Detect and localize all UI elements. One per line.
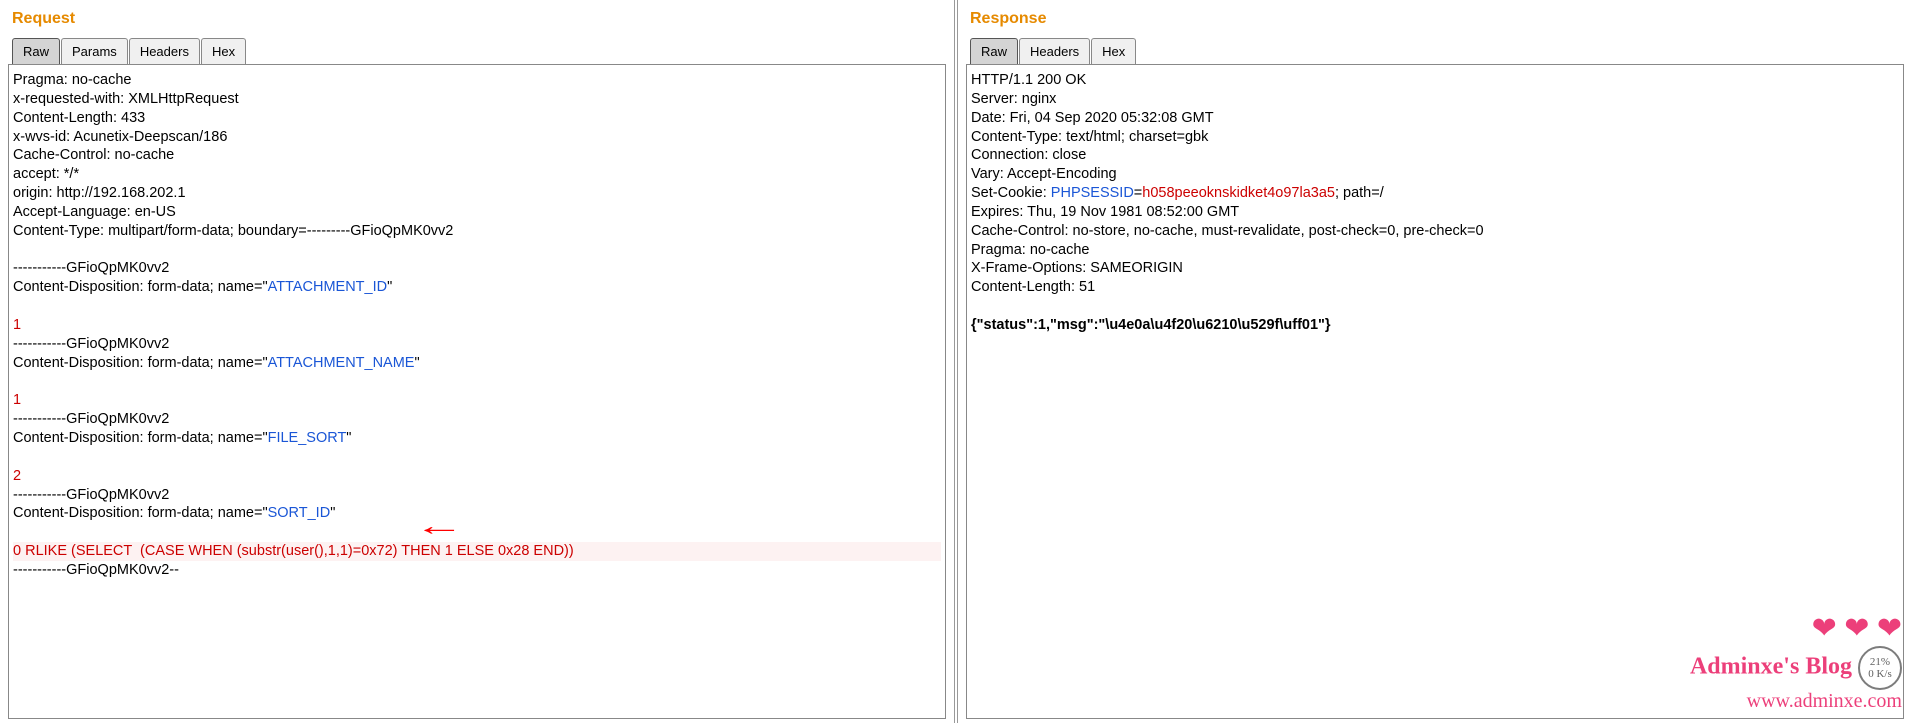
- response-tabs: Raw Headers Hex: [966, 38, 1904, 64]
- req-contentlength: Content-Length: 433: [13, 110, 145, 126]
- resp-setcookie-key: PHPSESSID: [1051, 185, 1134, 201]
- response-panel: Response Raw Headers Hex HTTP/1.1 200 OK…: [958, 0, 1912, 723]
- cd-2-prefix: Content-Disposition: form-data; name=": [13, 355, 268, 371]
- request-panel: Request Raw Params Headers Hex Pragma: n…: [0, 0, 958, 723]
- cd-2-name: ATTACHMENT_NAME: [268, 355, 415, 371]
- boundary-1: -----------GFioQpMK0vv2: [13, 260, 169, 276]
- tab-hex[interactable]: Hex: [201, 38, 246, 64]
- resp-expires: Expires: Thu, 19 Nov 1981 08:52:00 GMT: [971, 204, 1239, 220]
- request-title: Request: [8, 4, 946, 38]
- resp-contentlength: Content-Length: 51: [971, 279, 1095, 295]
- resp-setcookie-eq: =: [1134, 185, 1142, 201]
- resp-tab-raw[interactable]: Raw: [970, 38, 1018, 64]
- boundary-end: -----------GFioQpMK0vv2--: [13, 562, 179, 578]
- boundary-4: -----------GFioQpMK0vv2: [13, 487, 169, 503]
- req-acceptlang: Accept-Language: en-US: [13, 204, 176, 220]
- req-contenttype: Content-Type: multipart/form-data; bound…: [13, 223, 453, 239]
- req-xrequested: x-requested-with: XMLHttpRequest: [13, 91, 239, 107]
- resp-date: Date: Fri, 04 Sep 2020 05:32:08 GMT: [971, 110, 1214, 126]
- resp-body: {"status":1,"msg":"\u4e0a\u4f20\u6210\u5…: [971, 317, 1331, 333]
- request-tabs: Raw Params Headers Hex: [8, 38, 946, 64]
- cd-4-name: SORT_ID: [268, 505, 331, 521]
- tab-raw[interactable]: Raw: [12, 38, 60, 64]
- resp-pragma: Pragma: no-cache: [971, 242, 1089, 258]
- part-2-value: 1: [13, 392, 21, 408]
- boundary-3: -----------GFioQpMK0vv2: [13, 411, 169, 427]
- req-origin: origin: http://192.168.202.1: [13, 185, 186, 201]
- request-content[interactable]: Pragma: no-cache x-requested-with: XMLHt…: [8, 64, 946, 719]
- cd-1-name: ATTACHMENT_ID: [268, 279, 388, 295]
- resp-setcookie-val: h058peeoknskidket4o97la3a5: [1142, 185, 1335, 201]
- tab-headers[interactable]: Headers: [129, 38, 200, 64]
- cd-4-prefix: Content-Disposition: form-data; name=": [13, 505, 268, 521]
- response-content[interactable]: HTTP/1.1 200 OK Server: nginx Date: Fri,…: [966, 64, 1904, 719]
- resp-cachecontrol: Cache-Control: no-store, no-cache, must-…: [971, 223, 1484, 239]
- req-xwvs: x-wvs-id: Acunetix-Deepscan/186: [13, 129, 227, 145]
- resp-server: Server: nginx: [971, 91, 1056, 107]
- resp-vary: Vary: Accept-Encoding: [971, 166, 1117, 182]
- cd-3-prefix: Content-Disposition: form-data; name=": [13, 430, 268, 446]
- response-title: Response: [966, 4, 1904, 38]
- tab-params[interactable]: Params: [61, 38, 128, 64]
- resp-status: HTTP/1.1 200 OK: [971, 72, 1086, 88]
- resp-setcookie-prefix: Set-Cookie:: [971, 185, 1051, 201]
- part-1-value: 1: [13, 317, 21, 333]
- cd-1-prefix: Content-Disposition: form-data; name=": [13, 279, 268, 295]
- req-cachecontrol: Cache-Control: no-cache: [13, 147, 174, 163]
- req-pragma: Pragma: no-cache: [13, 72, 131, 88]
- resp-connection: Connection: close: [971, 147, 1086, 163]
- part-4-value: 0 RLIKE (SELECT (CASE WHEN (substr(user(…: [13, 542, 941, 561]
- resp-xframe: X-Frame-Options: SAMEORIGIN: [971, 260, 1183, 276]
- cd-4-suffix: ": [330, 505, 335, 521]
- part-3-value: 2: [13, 468, 21, 484]
- resp-contenttype: Content-Type: text/html; charset=gbk: [971, 129, 1208, 145]
- resp-tab-headers[interactable]: Headers: [1019, 38, 1090, 64]
- cd-1-suffix: ": [387, 279, 392, 295]
- cd-2-suffix: ": [414, 355, 419, 371]
- boundary-2: -----------GFioQpMK0vv2: [13, 336, 169, 352]
- resp-tab-hex[interactable]: Hex: [1091, 38, 1136, 64]
- req-accept: accept: */*: [13, 166, 79, 182]
- cd-3-name: FILE_SORT: [268, 430, 347, 446]
- resp-setcookie-suffix: ; path=/: [1335, 185, 1384, 201]
- cd-3-suffix: ": [346, 430, 351, 446]
